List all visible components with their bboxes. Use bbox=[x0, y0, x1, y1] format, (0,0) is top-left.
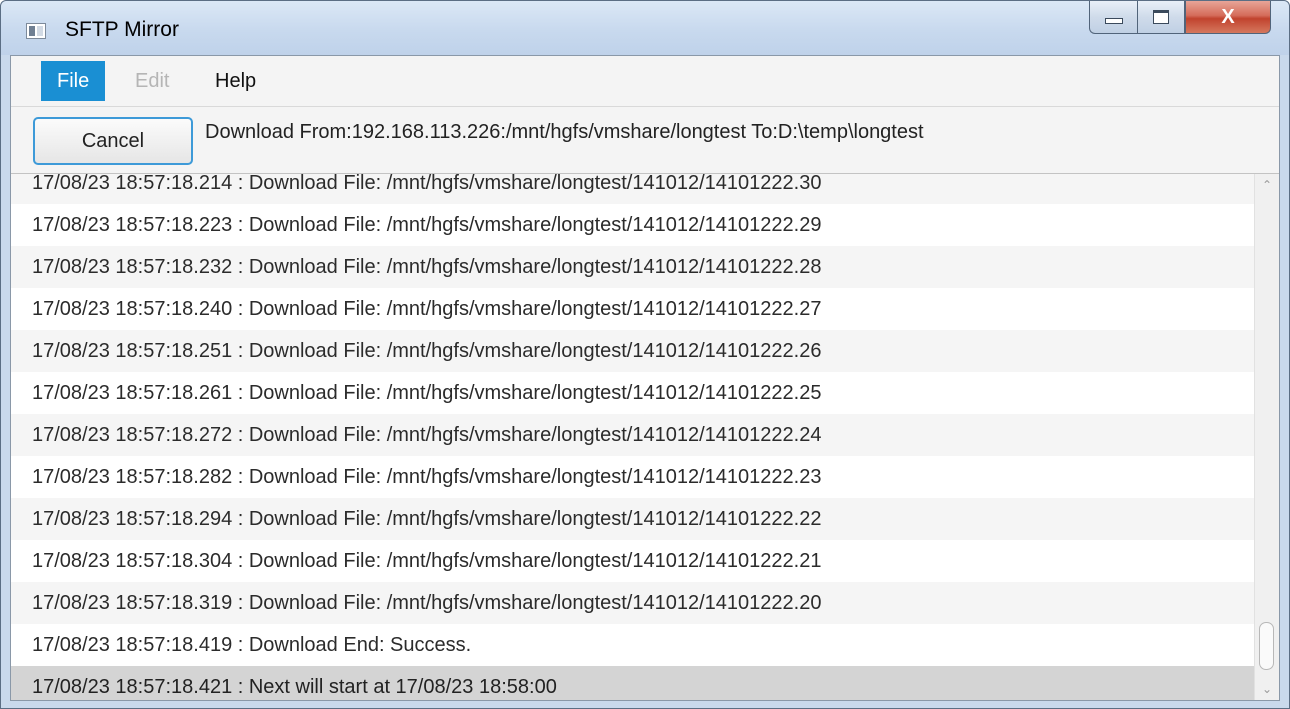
window-title: SFTP Mirror bbox=[65, 18, 179, 41]
log-row[interactable]: 17/08/23 18:57:18.251 : Download File: /… bbox=[11, 330, 1255, 372]
log-row[interactable]: 17/08/23 18:57:18.419 : Download End: Su… bbox=[11, 624, 1255, 666]
log-row[interactable]: 17/08/23 18:57:18.261 : Download File: /… bbox=[11, 372, 1255, 414]
log-row[interactable]: 17/08/23 18:57:18.294 : Download File: /… bbox=[11, 498, 1255, 540]
log-row[interactable]: 17/08/23 18:57:18.232 : Download File: /… bbox=[11, 246, 1255, 288]
log-row[interactable]: 17/08/23 18:57:18.223 : Download File: /… bbox=[11, 204, 1255, 246]
minimize-button[interactable] bbox=[1089, 1, 1137, 34]
menu-bar: File Edit Help bbox=[11, 56, 1279, 107]
menu-help[interactable]: Help bbox=[199, 61, 272, 101]
menu-file[interactable]: File bbox=[41, 61, 106, 101]
log-row[interactable]: 17/08/23 18:57:18.421 : Next will start … bbox=[11, 666, 1255, 700]
close-icon: X bbox=[1221, 5, 1235, 28]
log-rows: 17/08/23 18:57:18.214 : Download File: /… bbox=[11, 174, 1255, 700]
minimize-icon bbox=[1104, 18, 1123, 24]
log-row[interactable]: 17/08/23 18:57:18.240 : Download File: /… bbox=[11, 288, 1255, 330]
title-bar[interactable]: SFTP Mirror X bbox=[1, 1, 1289, 55]
log-row[interactable]: 17/08/23 18:57:18.319 : Download File: /… bbox=[11, 582, 1255, 624]
log-row[interactable]: 17/08/23 18:57:18.214 : Download File: /… bbox=[11, 174, 1255, 204]
log-row[interactable]: 17/08/23 18:57:18.272 : Download File: /… bbox=[11, 414, 1255, 456]
toolbar: Cancel Download From:192.168.113.226:/mn… bbox=[11, 107, 1279, 174]
log-list[interactable]: 17/08/23 18:57:18.214 : Download File: /… bbox=[11, 174, 1279, 700]
maximize-button[interactable] bbox=[1137, 1, 1185, 34]
transfer-status: Download From:192.168.113.226:/mnt/hgfs/… bbox=[205, 121, 924, 143]
log-row[interactable]: 17/08/23 18:57:18.304 : Download File: /… bbox=[11, 540, 1255, 582]
chevron-down-icon[interactable]: ⌄ bbox=[1255, 678, 1279, 700]
window-controls: X bbox=[1089, 1, 1271, 34]
chevron-up-icon[interactable]: ⌃ bbox=[1255, 174, 1279, 196]
app-window: SFTP Mirror X File Edit Help Cancel Down… bbox=[0, 0, 1290, 709]
menu-edit[interactable]: Edit bbox=[119, 61, 185, 101]
cancel-button[interactable]: Cancel bbox=[33, 117, 193, 165]
vertical-scrollbar[interactable]: ⌃ ⌄ bbox=[1254, 174, 1279, 700]
maximize-icon bbox=[1153, 10, 1169, 24]
app-window-icon bbox=[26, 23, 46, 39]
close-button[interactable]: X bbox=[1185, 1, 1271, 34]
log-row[interactable]: 17/08/23 18:57:18.282 : Download File: /… bbox=[11, 456, 1255, 498]
scroll-thumb[interactable] bbox=[1259, 622, 1274, 670]
client-area: File Edit Help Cancel Download From:192.… bbox=[10, 55, 1280, 701]
